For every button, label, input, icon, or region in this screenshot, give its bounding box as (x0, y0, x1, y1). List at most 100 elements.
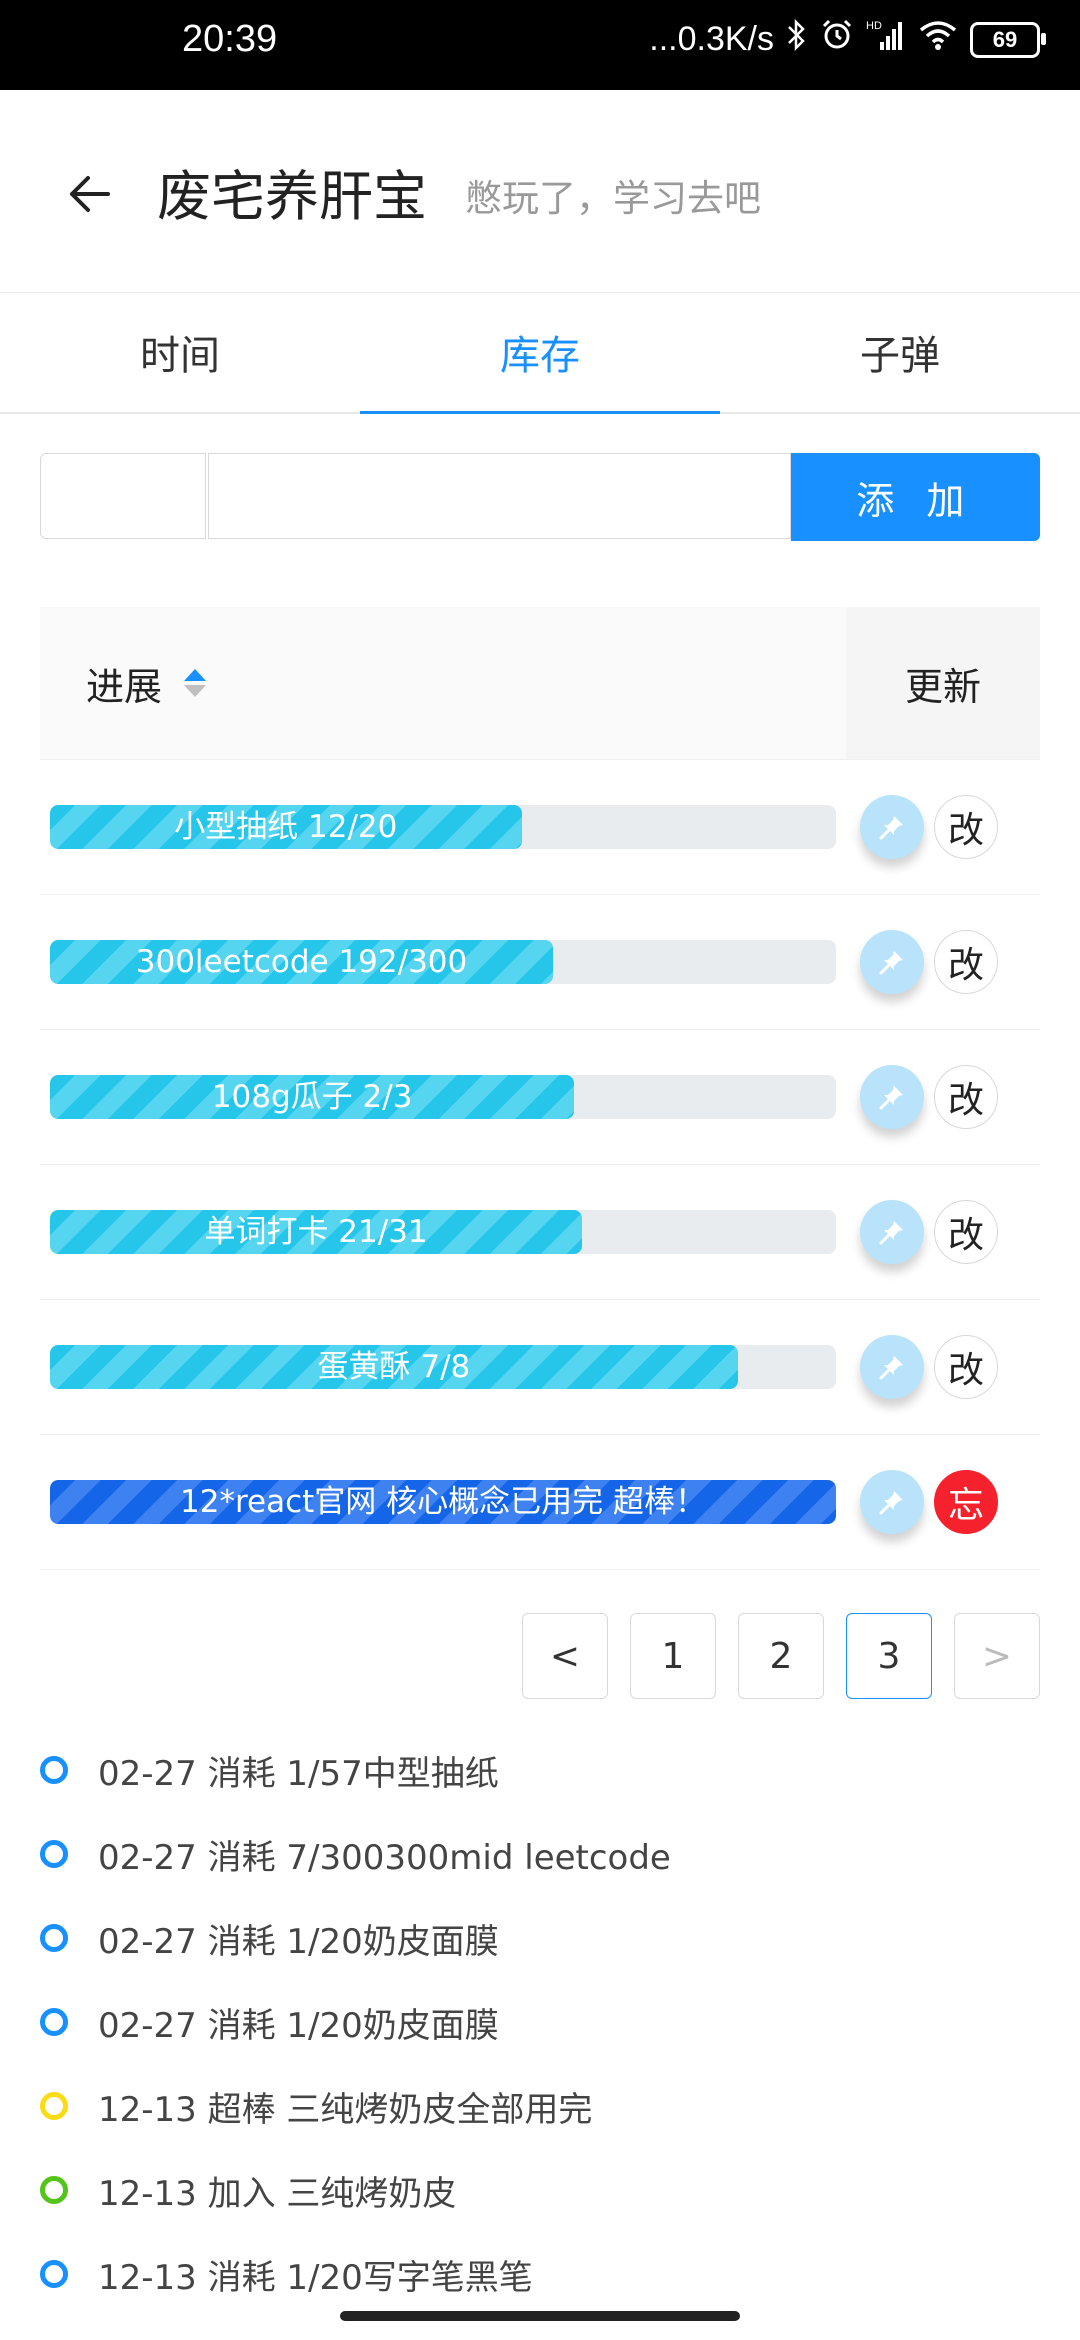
table-row: 12*react官网 核心概念已用完 超棒！ 忘 (40, 1435, 1040, 1570)
pagination: < 1 2 3 > (522, 1613, 1040, 1699)
wifi-icon (918, 18, 958, 61)
tab-bar: 时间 库存 子弹 (0, 292, 1080, 414)
table-header: 进展 更新 (40, 607, 1040, 760)
progress-cell: 300leetcode 192/300 (40, 895, 846, 1029)
timeline-item: 02-27 消耗 7/300300mid leetcode (40, 1812, 1040, 1896)
tab-bullet[interactable]: 子弹 (720, 292, 1080, 412)
action-cell: 改 (846, 1300, 1040, 1434)
timeline-item: 12-13 超棒 三纯烤奶皮全部用完 (40, 2064, 1040, 2148)
home-indicator[interactable] (340, 2311, 740, 2321)
add-button[interactable]: 添 加 (790, 453, 1040, 541)
progress-label: 108g瓜子 2/3 (211, 1079, 413, 1115)
progress-cell: 蛋黄酥 7/8 (40, 1300, 846, 1434)
column-progress[interactable]: 进展 (40, 607, 846, 759)
signal-icon: HD (866, 18, 906, 61)
item-name-input[interactable] (208, 453, 791, 539)
table-row: 小型抽纸 12/20 改 (40, 760, 1040, 895)
pin-icon (879, 816, 903, 840)
sort-icon[interactable] (184, 669, 207, 697)
column-progress-label: 进展 (86, 664, 163, 709)
table-row: 300leetcode 192/300 改 (40, 895, 1040, 1030)
signal-hd-label: HD (866, 20, 882, 32)
action-cell: 忘 (846, 1435, 1040, 1569)
pin-button[interactable] (860, 1065, 924, 1129)
pin-button[interactable] (860, 1470, 924, 1534)
status-bar: 20:39 ...0.3K/s HD 69 (0, 0, 1080, 90)
pin-icon (879, 1356, 903, 1380)
progress-cell: 12*react官网 核心概念已用完 超棒！ (40, 1435, 846, 1569)
pin-button[interactable] (860, 795, 924, 859)
sort-descending-icon (184, 685, 207, 697)
timeline-item: 12-13 加入 三纯烤奶皮 (40, 2148, 1040, 2232)
page-1-button[interactable]: 1 (630, 1613, 716, 1699)
progress-label: 单词打卡 21/31 (204, 1214, 428, 1250)
network-speed: ...0.3K/s (649, 20, 774, 58)
sort-ascending-icon (184, 669, 207, 681)
back-button[interactable] (66, 170, 114, 218)
timeline-dot-icon (40, 1924, 68, 1952)
timeline-dot-icon (40, 2176, 68, 2204)
app-header: 废宅养肝宝 憋玩了，学习去吧 (0, 90, 1080, 293)
edit-button[interactable]: 改 (934, 795, 998, 859)
tab-time[interactable]: 时间 (0, 292, 360, 412)
table-row: 蛋黄酥 7/8 改 (40, 1300, 1040, 1435)
edit-button[interactable]: 改 (934, 1335, 998, 1399)
timeline-dot-icon (40, 2260, 68, 2288)
quantity-input[interactable] (40, 453, 206, 539)
progress-label: 300leetcode 192/300 (135, 944, 468, 980)
pin-button[interactable] (860, 1200, 924, 1264)
progress-label: 12*react官网 核心概念已用完 超棒！ (180, 1484, 706, 1520)
page-title: 废宅养肝宝 (157, 165, 427, 228)
timeline-text: 12-13 消耗 1/20写字笔黑笔 (98, 2257, 533, 2298)
progress-bar: 12*react官网 核心概念已用完 超棒！ (50, 1480, 836, 1524)
pin-icon (879, 1491, 903, 1515)
bluetooth-icon (786, 18, 808, 61)
progress-bar: 蛋黄酥 7/8 (50, 1345, 836, 1389)
inventory-table: 进展 更新 小型抽纸 12/20 改 300leetcode 192/300 改 108… (40, 607, 1040, 1570)
page-prev-button[interactable]: < (522, 1613, 608, 1699)
activity-timeline: 02-27 消耗 1/57中型抽纸 02-27 消耗 7/300300mid le… (40, 1728, 1040, 2316)
timeline-dot-icon (40, 2008, 68, 2036)
progress-cell: 小型抽纸 12/20 (40, 760, 846, 894)
timeline-item: 02-27 消耗 1/20奶皮面膜 (40, 1980, 1040, 2064)
progress-bar: 300leetcode 192/300 (50, 940, 836, 984)
status-time: 20:39 (182, 18, 278, 60)
timeline-text: 12-13 加入 三纯烤奶皮 (98, 2173, 457, 2214)
action-cell: 改 (846, 1030, 1040, 1164)
action-cell: 改 (846, 895, 1040, 1029)
timeline-item: 12-13 消耗 1/20写字笔黑笔 (40, 2232, 1040, 2316)
battery-icon: 69 (970, 21, 1046, 58)
action-cell: 改 (846, 1165, 1040, 1299)
status-icons: ...0.3K/s HD 69 (649, 18, 1046, 61)
progress-label: 蛋黄酥 7/8 (317, 1349, 471, 1385)
table-row: 单词打卡 21/31 改 (40, 1165, 1040, 1300)
timeline-item: 02-27 消耗 1/20奶皮面膜 (40, 1896, 1040, 1980)
progress-bar: 108g瓜子 2/3 (50, 1075, 836, 1119)
pin-button[interactable] (860, 1335, 924, 1399)
page-2-button[interactable]: 2 (738, 1613, 824, 1699)
edit-button[interactable]: 改 (934, 930, 998, 994)
edit-button[interactable]: 改 (934, 1200, 998, 1264)
pin-button[interactable] (860, 930, 924, 994)
page-3-button[interactable]: 3 (846, 1613, 932, 1699)
add-item-form: 添 加 (40, 453, 1040, 541)
pin-icon (879, 1221, 903, 1245)
edit-button[interactable]: 改 (934, 1065, 998, 1129)
timeline-text: 02-27 消耗 1/20奶皮面膜 (98, 1921, 499, 1962)
page-next-button[interactable]: > (954, 1613, 1040, 1699)
timeline-dot-icon (40, 2092, 68, 2120)
arrow-left-icon (70, 176, 110, 212)
column-update: 更新 (846, 607, 1040, 759)
page-subtitle: 憋玩了，学习去吧 (465, 177, 761, 220)
progress-bar: 小型抽纸 12/20 (50, 805, 836, 849)
pin-icon (879, 951, 903, 975)
tab-inventory[interactable]: 库存 (360, 292, 720, 414)
table-row: 108g瓜子 2/3 改 (40, 1030, 1040, 1165)
pin-icon (879, 1086, 903, 1110)
timeline-text: 02-27 消耗 7/300300mid leetcode (98, 1837, 671, 1878)
progress-cell: 单词打卡 21/31 (40, 1165, 846, 1299)
timeline-text: 02-27 消耗 1/57中型抽纸 (98, 1753, 499, 1794)
alarm-icon (820, 18, 854, 61)
progress-cell: 108g瓜子 2/3 (40, 1030, 846, 1164)
forget-button[interactable]: 忘 (934, 1470, 998, 1534)
